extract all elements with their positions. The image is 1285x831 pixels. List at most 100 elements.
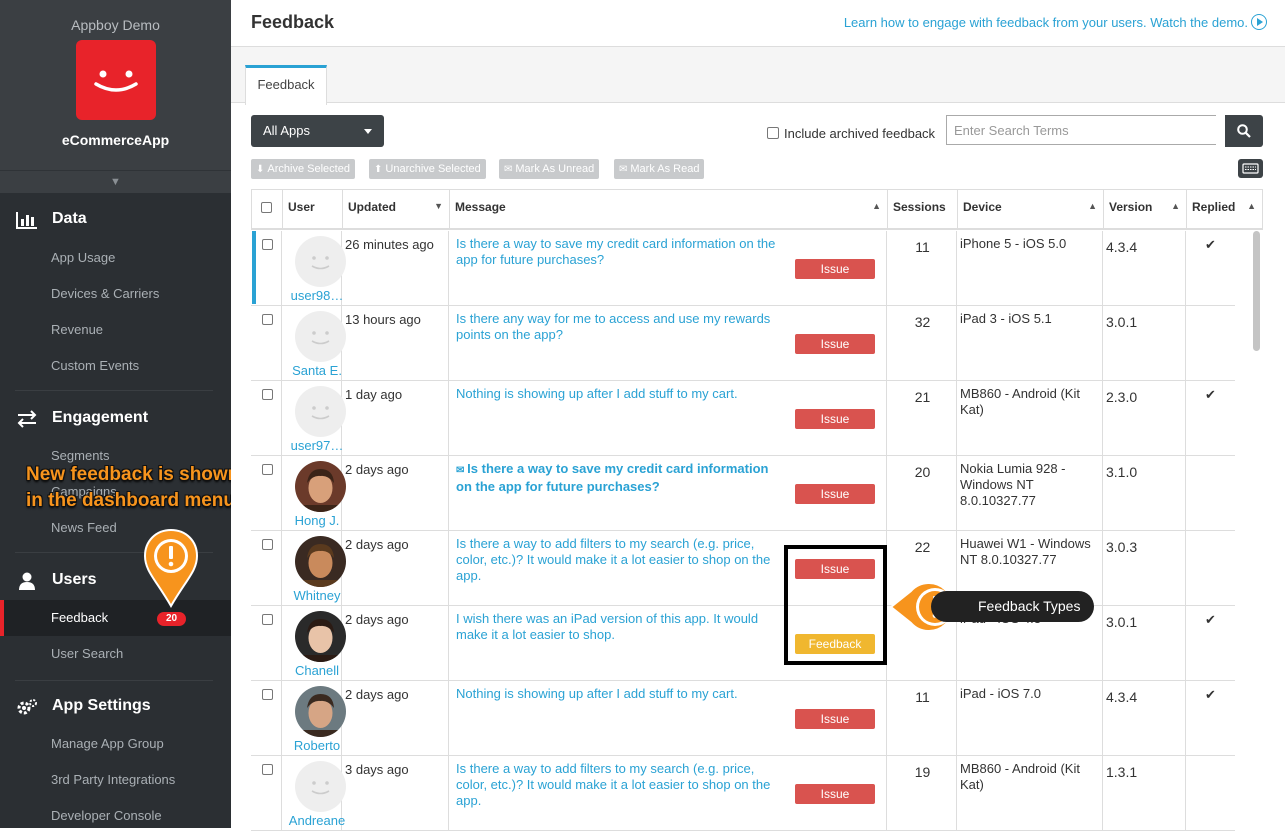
row-checkbox[interactable] (262, 689, 273, 700)
nav-section-title: Engagement (52, 409, 149, 426)
select-all-checkbox[interactable] (261, 202, 272, 213)
checkmark-icon: ✔ (1205, 237, 1216, 252)
archive-selected-button[interactable]: ⬇ Archive Selected (251, 159, 355, 179)
avatar (295, 461, 346, 512)
nav-section-engagement[interactable]: Engagement (0, 401, 231, 437)
updated-time: 26 minutes ago (345, 237, 434, 252)
message-text[interactable]: Nothing is showing up after I add stuff … (456, 386, 786, 402)
app-switcher[interactable]: Appboy Demo eCommerceApp (0, 0, 231, 170)
tab-feedback[interactable]: Feedback (245, 65, 327, 105)
column-replied[interactable]: Replied ▲ (1187, 190, 1262, 229)
search-button[interactable] (1225, 115, 1263, 147)
table-row[interactable]: Santa E. 13 hours ago Is there any way for… (251, 306, 1235, 381)
nav-section-app-settings[interactable]: App Settings (0, 689, 231, 725)
message-cell[interactable]: Nothing is showing up after I add stuff … (449, 381, 887, 456)
column-updated[interactable]: Updated ▼ (343, 190, 450, 229)
search-input[interactable] (946, 115, 1216, 145)
divider (15, 390, 213, 391)
column-sessions[interactable]: Sessions (888, 190, 958, 229)
row-checkbox[interactable] (262, 239, 273, 250)
avatar (295, 536, 346, 587)
bar-chart-icon (16, 211, 38, 229)
sidebar-item-custom-events[interactable]: Custom Events (0, 348, 231, 384)
chevron-down-icon[interactable]: ▼ (0, 170, 231, 193)
user-cell[interactable]: Whitney (282, 531, 346, 606)
feedback-type-badge: Issue (795, 709, 875, 729)
sort-icon: ▲ (872, 201, 881, 211)
message-text[interactable]: Nothing is showing up after I add stuff … (456, 686, 786, 702)
user-cell[interactable]: Andreane (282, 756, 346, 831)
message-cell[interactable]: ✉ Is there a way to save my credit card … (449, 456, 887, 531)
unarchive-selected-button[interactable]: ⬆ Unarchive Selected (369, 159, 486, 179)
sidebar-item-manage-app-group[interactable]: Manage App Group (0, 726, 231, 762)
row-checkbox[interactable] (262, 314, 273, 325)
updated-time: 3 days ago (345, 762, 409, 777)
row-checkbox[interactable] (262, 614, 273, 625)
page-header: Feedback Learn how to engage with feedba… (231, 0, 1285, 47)
scrollbar[interactable] (1253, 231, 1260, 351)
user-cell[interactable]: Roberto (282, 681, 346, 756)
message-text[interactable]: Is there a way to save my credit card in… (456, 236, 786, 268)
sidebar-item-devices-carriers[interactable]: Devices & Carriers (0, 276, 231, 312)
message-text[interactable]: Is there a way to add filters to my sear… (456, 761, 786, 809)
column-device[interactable]: Device ▲ (958, 190, 1104, 229)
message-cell[interactable]: Is there a way to save my credit card in… (449, 231, 887, 306)
replied-cell: ✔ (1186, 231, 1235, 306)
table-row[interactable]: Roberto 2 days ago Nothing is showing up a… (251, 681, 1235, 756)
column-version[interactable]: Version ▲ (1104, 190, 1187, 229)
sort-desc-icon: ▼ (434, 201, 443, 211)
sessions-count: 20 (914, 464, 931, 480)
row-checkbox[interactable] (262, 539, 273, 550)
sidebar-item-developer-console[interactable]: Developer Console (0, 798, 231, 828)
mark-as-read-button[interactable]: ✉ Mark As Read (614, 159, 705, 179)
version-cell: 3.1.0 (1103, 456, 1186, 531)
sessions-count: 22 (914, 539, 931, 555)
user-cell[interactable]: user97… (282, 381, 346, 456)
app-version: 1.3.1 (1106, 764, 1138, 780)
archived-checkbox[interactable] (767, 127, 779, 139)
feedback-type-badge: Issue (795, 784, 875, 804)
message-text[interactable]: I wish there was an iPad version of this… (456, 611, 786, 643)
sidebar-item-3rd-party-integrations[interactable]: 3rd Party Integrations (0, 762, 231, 798)
nav-section-title: Data (52, 210, 87, 227)
user-cell[interactable]: Hong J. (282, 456, 346, 531)
nav-section-data[interactable]: Data (0, 202, 231, 238)
sidebar-item-revenue[interactable]: Revenue (0, 312, 231, 348)
row-checkbox[interactable] (262, 389, 273, 400)
sidebar-item-user-search[interactable]: User Search (0, 636, 231, 672)
feedback-type-badge: Issue (795, 409, 875, 429)
sidebar-item-app-usage[interactable]: App Usage (0, 240, 231, 276)
message-cell[interactable]: Is there a way to add filters to my sear… (449, 756, 887, 831)
mark-as-unread-button[interactable]: ✉ Mark As Unread (499, 159, 600, 179)
keyboard-shortcuts-button[interactable] (1238, 159, 1263, 178)
envelope-icon: ✉ (456, 465, 468, 476)
apps-select[interactable]: All Apps (251, 115, 384, 147)
table-row[interactable]: user97… 1 day ago Nothing is showing up af… (251, 381, 1235, 456)
column-message[interactable]: Message ▲ (450, 190, 888, 229)
demo-link[interactable]: Learn how to engage with feedback from y… (844, 14, 1267, 30)
sessions-count: 32 (914, 314, 931, 330)
feedback-type-badge: Issue (795, 484, 875, 504)
sidebar: Appboy Demo eCommerceApp ▼ Data App Usag… (0, 0, 231, 828)
message-text[interactable]: Is there any way for me to access and us… (456, 311, 786, 343)
message-text[interactable]: ✉ Is there a way to save my credit card … (456, 461, 786, 495)
default-avatar (295, 386, 346, 437)
updated-time: 2 days ago (345, 687, 409, 702)
include-archived-toggle[interactable]: Include archived feedback (767, 126, 935, 141)
device-name: iPhone 5 - iOS 5.0 (960, 236, 1067, 251)
table-header: User Updated ▼ Message ▲ Sessions Device ▲ … (251, 189, 1263, 230)
app-version: 4.3.4 (1106, 239, 1138, 255)
updated-cell: 2 days ago (342, 456, 449, 531)
table-row[interactable]: Hong J. 2 days ago ✉ Is there a way to sav… (251, 456, 1235, 531)
device-name: iPad - iOS 7.0 (960, 686, 1041, 701)
user-cell[interactable]: Santa E. (282, 306, 346, 381)
user-cell[interactable]: Chanell (282, 606, 346, 681)
message-cell[interactable]: Is there any way for me to access and us… (449, 306, 887, 381)
message-text[interactable]: Is there a way to add filters to my sear… (456, 536, 786, 584)
user-cell[interactable]: user98… (282, 231, 346, 306)
row-checkbox[interactable] (262, 464, 273, 475)
table-row[interactable]: user98… 26 minutes ago Is there a way to s… (251, 231, 1235, 306)
row-checkbox[interactable] (262, 764, 273, 775)
table-row[interactable]: Andreane 3 days ago Is there a way to add … (251, 756, 1235, 831)
message-cell[interactable]: Nothing is showing up after I add stuff … (449, 681, 887, 756)
